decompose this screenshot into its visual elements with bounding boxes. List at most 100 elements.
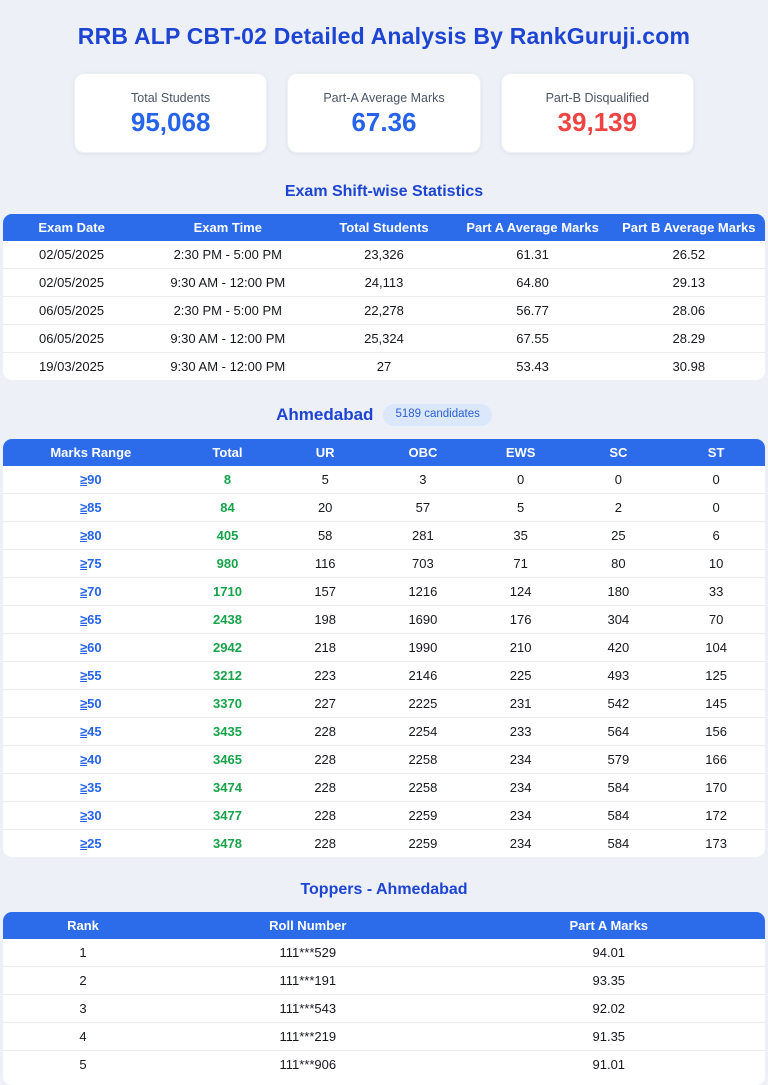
- sc-cell: 0: [614, 471, 622, 487]
- candidates-count-badge: 5189 candidates: [383, 404, 492, 426]
- ur-cell: 228: [276, 744, 375, 774]
- part-b-avg-cell: 30.98: [612, 352, 765, 380]
- exam-date-cell: 06/05/2025: [3, 324, 141, 353]
- rank-cell: 2: [3, 965, 164, 995]
- marks-range-cell: ≥75: [3, 548, 179, 578]
- total-students-cell: 23,326: [364, 247, 404, 262]
- obc-cell: 1216: [374, 576, 472, 606]
- obc-cell: 2259: [374, 800, 472, 830]
- total-cell: 3370: [178, 688, 277, 718]
- sc-cell: 584: [569, 828, 668, 857]
- shift-stats-heading: Exam Shift-wise Statistics: [284, 183, 484, 200]
- total-cell: 3474: [178, 772, 277, 802]
- marks-range-cell: ≥55: [3, 660, 179, 690]
- sc-cell: 584: [569, 772, 668, 802]
- col-header-roll-number: Roll Number: [163, 911, 453, 939]
- ews-cell: 35: [471, 520, 570, 550]
- ur-cell: 228: [276, 828, 375, 857]
- total-cell: 2438: [178, 604, 277, 634]
- table-row: ≥75 980 116 703 71 80 10: [3, 548, 765, 578]
- marks-range-cell: ≥25: [3, 828, 179, 857]
- table-row: 2 111***191 93.35: [3, 965, 765, 995]
- card-value: 39,139: [557, 107, 638, 137]
- marks-range-link[interactable]: ≥90: [80, 472, 102, 487]
- marks-range-link[interactable]: ≥45: [80, 724, 102, 739]
- obc-cell: 2146: [374, 660, 472, 690]
- city-section-heading: Ahmedabad 5189 candidates: [0, 404, 768, 426]
- ews-cell: 71: [471, 548, 570, 578]
- marks-range-link[interactable]: ≥25: [80, 836, 102, 851]
- st-cell: 104: [667, 632, 765, 662]
- obc-cell: 2225: [374, 688, 472, 718]
- col-header-exam-time: Exam Time: [140, 214, 316, 241]
- marks-range-link[interactable]: ≥50: [80, 696, 102, 711]
- part-a-marks-cell: 91.01: [452, 1049, 765, 1078]
- st-cell: 6: [667, 520, 765, 550]
- sc-cell: 180: [569, 576, 668, 606]
- ur-cell: 218: [276, 632, 375, 662]
- obc-cell: 57: [374, 492, 472, 522]
- ur-cell: 20: [276, 492, 375, 522]
- table-row: 02/05/2025 9:30 AM - 12:00 PM 24,113 64.…: [3, 268, 765, 297]
- table-row: 19/03/2025 9:30 AM - 12:00 PM 27 53.43 3…: [3, 352, 765, 380]
- summary-cards: Total Students 95,068 Part-A Average Mar…: [0, 73, 768, 153]
- marks-range-link[interactable]: ≥55: [80, 668, 102, 683]
- st-cell: 33: [667, 576, 765, 606]
- marks-range-link[interactable]: ≥30: [80, 808, 102, 823]
- ur-cell: 157: [276, 576, 375, 606]
- sc-cell: 542: [569, 688, 668, 718]
- toppers-table: Rank Roll Number Part A Marks 1 111***52…: [3, 911, 765, 1085]
- table-row: ≥70 1710 157 1216 124 180 33: [3, 576, 765, 606]
- marks-range-link[interactable]: ≥60: [80, 640, 102, 655]
- st-cell: 173: [667, 828, 765, 857]
- card-part-b-disqualified: Part-B Disqualified 39,139: [500, 73, 694, 153]
- marks-range-link[interactable]: ≥65: [80, 612, 102, 627]
- ews-cell: 5: [471, 492, 570, 522]
- table-row: 06/05/2025 9:30 AM - 12:00 PM 25,324 67.…: [3, 324, 765, 353]
- ews-cell: 176: [471, 604, 570, 634]
- st-cell: 10: [667, 548, 765, 578]
- col-header-part-a-average: Part A Average Marks: [452, 214, 613, 241]
- sc-cell: 80: [569, 548, 668, 578]
- marks-range-link[interactable]: ≥35: [80, 780, 102, 795]
- part-a-avg-cell: 67.55: [452, 324, 613, 353]
- st-cell: 166: [667, 744, 765, 774]
- sc-cell: 564: [569, 716, 668, 746]
- marks-range-link[interactable]: ≥70: [80, 584, 102, 599]
- table-row: ≥25 3478 228 2259 234 584 173: [3, 828, 765, 857]
- col-header-marks-range: Marks Range: [3, 438, 179, 466]
- total-students-cell: 27: [315, 352, 453, 380]
- col-header-total: Total: [178, 438, 277, 466]
- roll-number-cell: 111***219: [163, 1021, 453, 1051]
- col-header-part-b-average: Part B Average Marks: [612, 214, 765, 241]
- marks-range-link[interactable]: ≥75: [80, 556, 102, 571]
- obc-cell: 703: [374, 548, 472, 578]
- st-cell: 0: [667, 492, 765, 522]
- col-header-ur: UR: [276, 438, 375, 466]
- part-a-avg-cell: 64.80: [452, 268, 613, 297]
- total-students-cell: 25,324: [315, 324, 453, 353]
- ews-cell: 234: [471, 800, 570, 830]
- total-cell: 3478: [178, 828, 277, 857]
- exam-time-cell: 9:30 AM - 12:00 PM: [140, 324, 316, 353]
- part-a-marks-cell: 94.01: [592, 944, 626, 960]
- marks-range-link[interactable]: ≥80: [80, 528, 102, 543]
- total-cell: 2942: [178, 632, 277, 662]
- table-row: ≥80 405 58 281 35 25 6: [3, 520, 765, 550]
- total-cell: 405: [178, 520, 277, 550]
- shift-table-header-row: Exam Date Exam Time Total Students Part …: [3, 214, 765, 241]
- part-b-avg-cell: 28.29: [612, 324, 765, 353]
- sc-cell: 2: [569, 492, 668, 522]
- table-row: ≥45 3435 228 2254 233 564 156: [3, 716, 765, 746]
- marks-range-link[interactable]: ≥85: [80, 500, 102, 515]
- table-row: ≥35 3474 228 2258 234 584 170: [3, 772, 765, 802]
- card-part-a-average: Part-A Average Marks 67.36: [287, 73, 481, 153]
- ews-cell: 234: [471, 828, 570, 857]
- obc-cell: 2259: [374, 828, 472, 857]
- st-cell: 156: [667, 716, 765, 746]
- exam-time-cell: 9:30 AM - 12:00 PM: [140, 268, 316, 297]
- total-cell: 3477: [178, 800, 277, 830]
- ews-cell: 234: [471, 772, 570, 802]
- ews-cell: 225: [471, 660, 570, 690]
- marks-range-link[interactable]: ≥40: [80, 752, 102, 767]
